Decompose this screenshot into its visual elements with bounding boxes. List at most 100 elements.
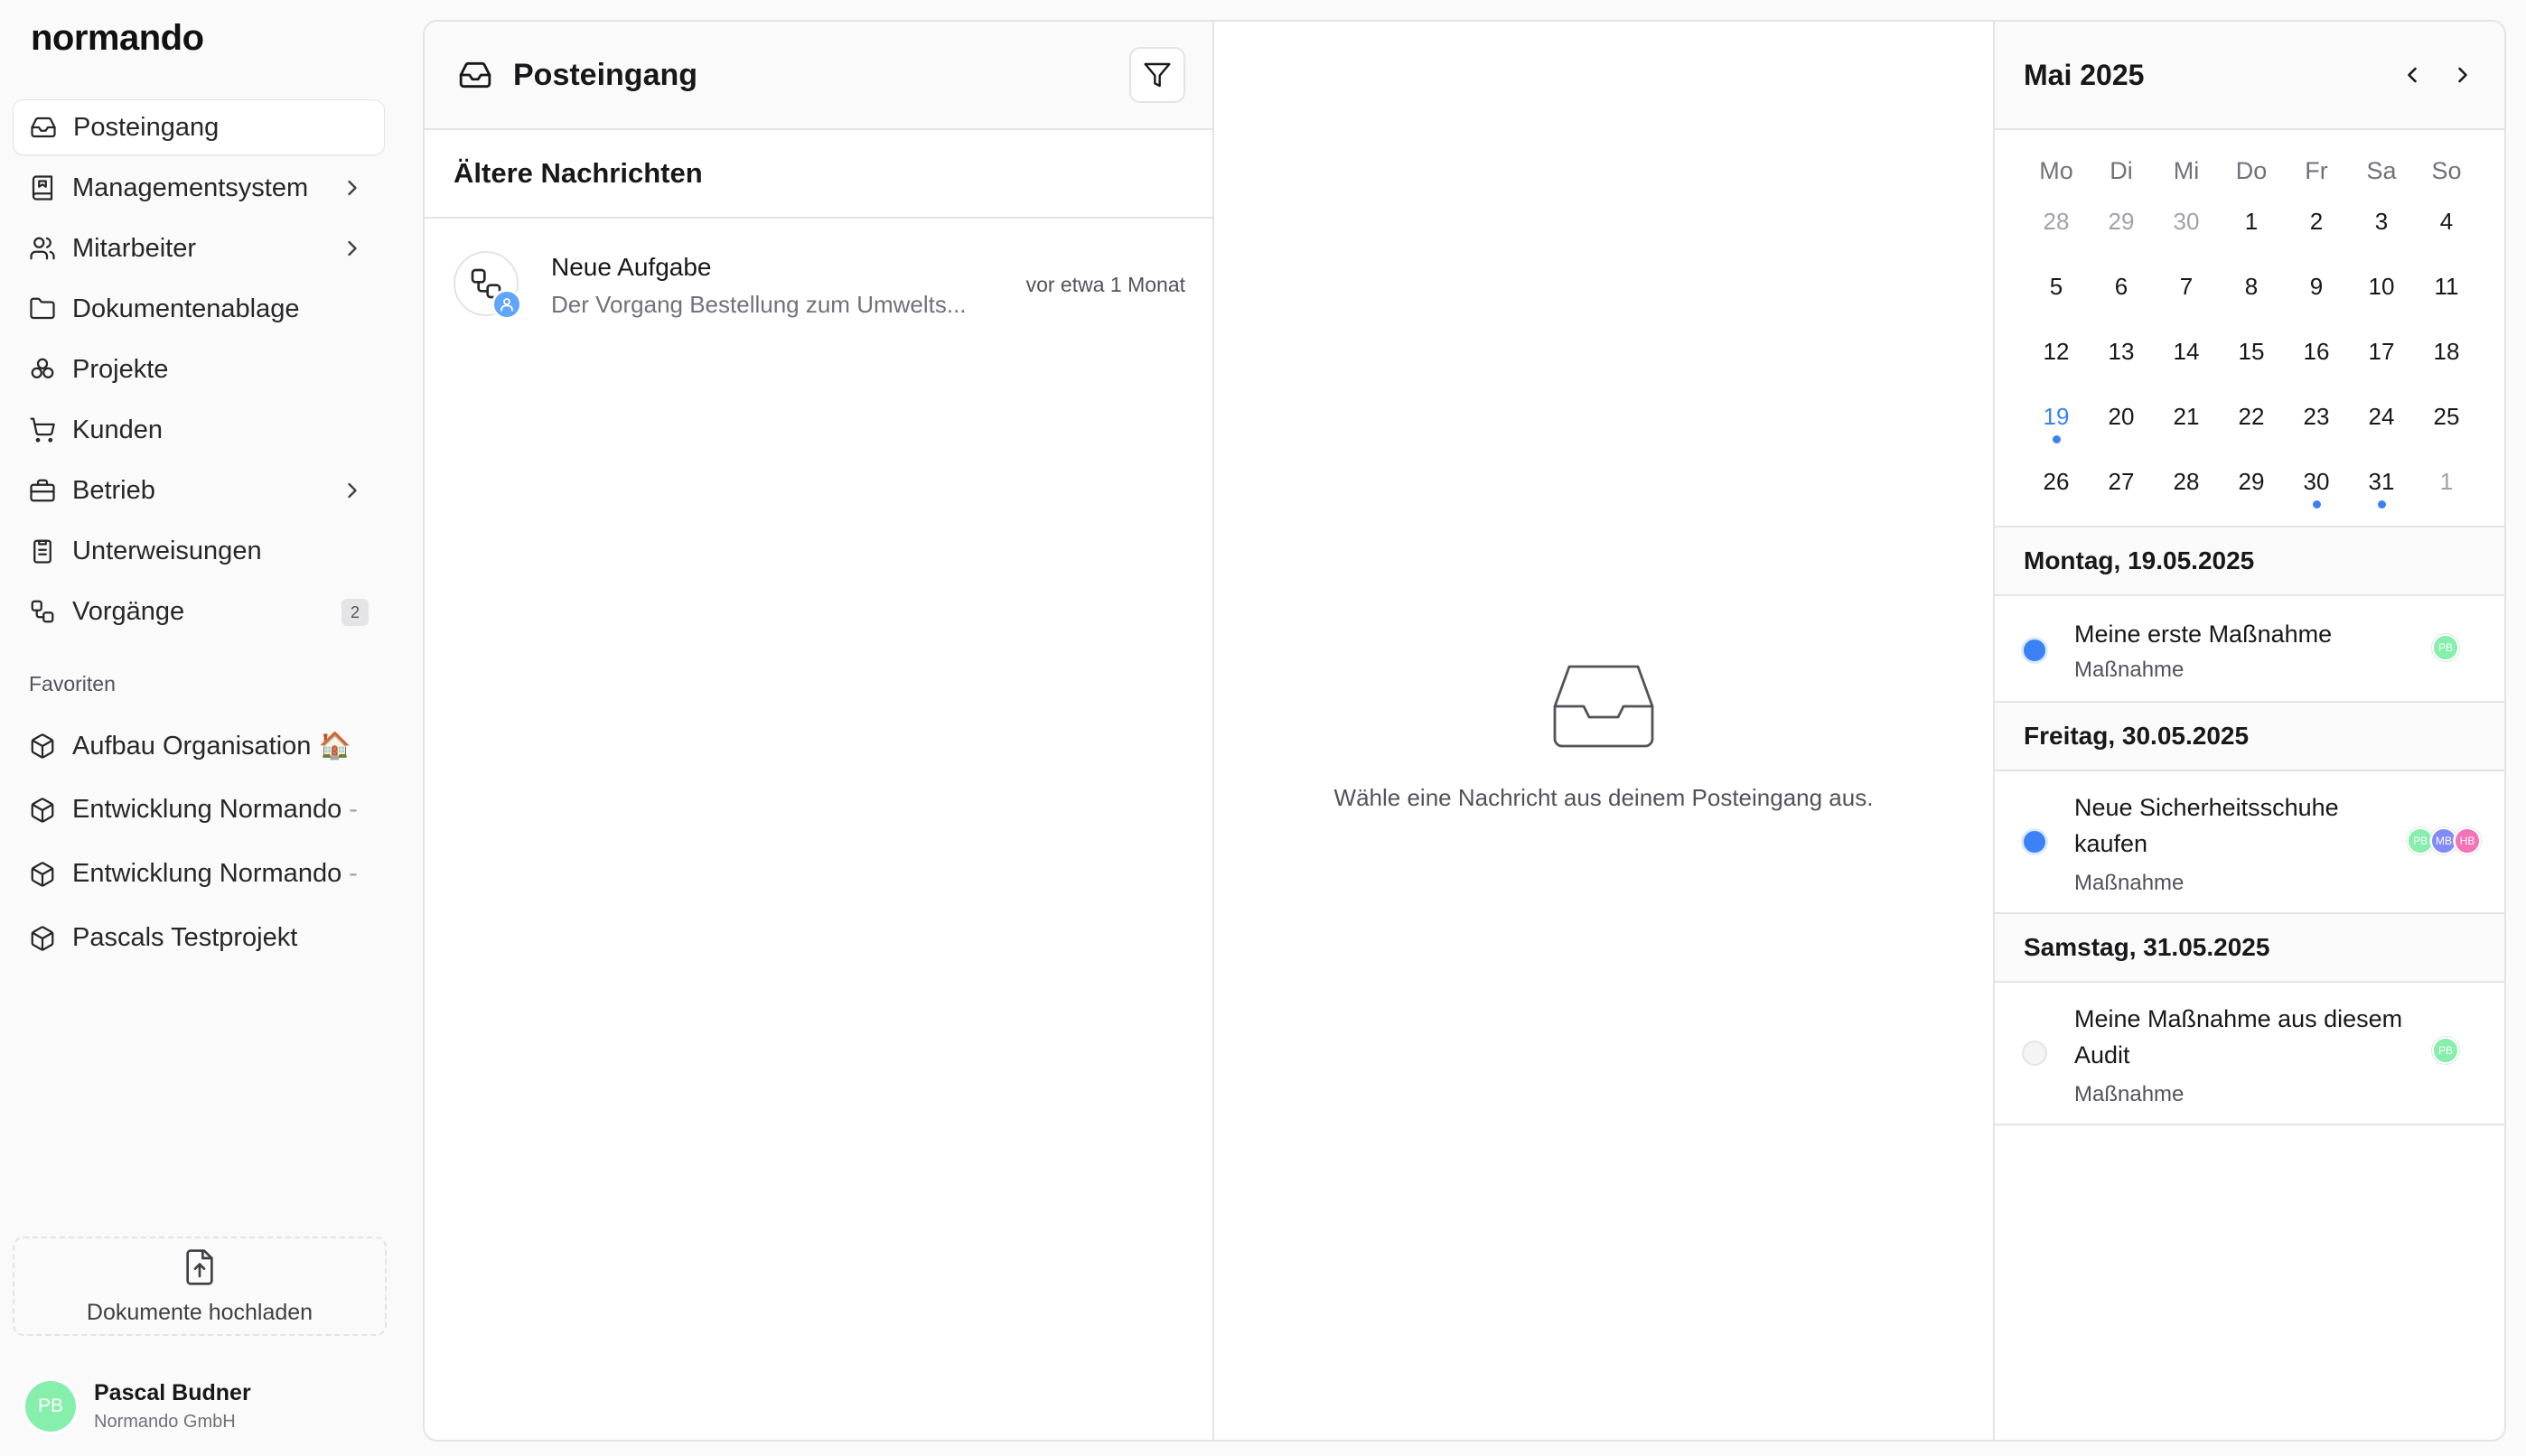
calendar-day[interactable]: 1 bbox=[2219, 208, 2284, 273]
calendar-day[interactable]: 16 bbox=[2284, 338, 2349, 403]
calendar-day[interactable]: 2 bbox=[2284, 208, 2349, 273]
event-type: Maßnahme bbox=[2074, 658, 2185, 682]
calendar-day[interactable]: 7 bbox=[2154, 273, 2219, 338]
sidebar-item-projekte[interactable]: Projekte bbox=[13, 341, 385, 397]
calendar-day[interactable]: 9 bbox=[2284, 273, 2349, 338]
calendar-day[interactable]: 8 bbox=[2219, 273, 2284, 338]
weekday-row: Mo Di Mi Do Fr Sa So bbox=[2024, 157, 2479, 208]
message-item[interactable]: Neue Aufgabe Der Vorgang Bestellung zum … bbox=[425, 219, 1212, 349]
calendar-day-number: 30 bbox=[2303, 468, 2330, 495]
calendar-day[interactable]: 20 bbox=[2089, 403, 2154, 468]
favorite-item[interactable]: Entwicklung Normando - bbox=[13, 842, 385, 906]
calendar-day[interactable]: 6 bbox=[2089, 273, 2154, 338]
calendar-day[interactable]: 15 bbox=[2219, 338, 2284, 403]
calendar-day[interactable]: 10 bbox=[2349, 273, 2414, 338]
empty-state-text: Wähle eine Nachricht aus deinem Posteing… bbox=[1333, 784, 1874, 811]
app-logo[interactable]: normando bbox=[31, 18, 204, 59]
event-indicator-dot bbox=[2053, 435, 2061, 443]
calendar-day[interactable]: 21 bbox=[2154, 403, 2219, 468]
calendar-day[interactable]: 11 bbox=[2414, 273, 2479, 338]
user-profile[interactable]: PB Pascal Budner Normando GmbH bbox=[25, 1378, 251, 1434]
empty-state: Wähle eine Nachricht aus deinem Posteing… bbox=[1214, 663, 1993, 812]
calendar-day[interactable]: 4 bbox=[2414, 208, 2479, 273]
calendar-day-number: 2 bbox=[2309, 208, 2324, 235]
sidebar-item-label: Unterweisungen bbox=[72, 536, 262, 565]
chevron-left-icon bbox=[2408, 67, 2417, 83]
main-nav: Posteingang Managementsystem Mitarbeiter bbox=[13, 99, 385, 644]
weekday-label: Fr bbox=[2305, 157, 2328, 184]
sidebar-item-label: Vorgänge bbox=[72, 596, 185, 626]
calendar-day-number: 22 bbox=[2238, 403, 2265, 430]
event-title: Meine Maßnahme aus diesem Audit bbox=[2074, 1005, 2403, 1069]
filter-button[interactable] bbox=[1129, 47, 1185, 103]
calendar-day-number: 4 bbox=[2439, 208, 2454, 235]
calendar-day-number: 15 bbox=[2238, 338, 2265, 365]
sidebar-item-label: Mitarbeiter bbox=[72, 233, 196, 263]
sidebar-item-vorgaenge[interactable]: Vorgänge 2 bbox=[13, 583, 385, 639]
calendar-day[interactable]: 23 bbox=[2284, 403, 2349, 468]
event-day-heading: Freitag, 30.05.2025 bbox=[1995, 701, 2504, 771]
sidebar-item-betrieb[interactable]: Betrieb bbox=[13, 462, 385, 518]
weekday-label: Sa bbox=[2366, 157, 2397, 184]
favorite-item[interactable]: Entwicklung Normando - bbox=[13, 778, 385, 842]
calendar-day[interactable]: 22 bbox=[2219, 403, 2284, 468]
calendar-week: 28 29 30 1 2 3 4 bbox=[2024, 208, 2479, 273]
calendar-day[interactable]: 19 bbox=[2024, 403, 2089, 468]
calendar-day[interactable]: 12 bbox=[2024, 338, 2089, 403]
book-icon bbox=[27, 173, 58, 203]
inbox-icon bbox=[28, 112, 59, 143]
calendar-day[interactable]: 24 bbox=[2349, 403, 2414, 468]
calendar-day-number: 12 bbox=[2043, 338, 2070, 365]
calendar-week: 5 6 7 8 9 10 11 bbox=[2024, 273, 2479, 338]
calendar-day[interactable]: 1 bbox=[2414, 468, 2479, 533]
calendar-day[interactable]: 26 bbox=[2024, 468, 2089, 533]
sidebar-item-unterweisungen[interactable]: Unterweisungen bbox=[13, 523, 385, 579]
chevron-right-icon bbox=[340, 236, 365, 261]
calendar-day-number: 28 bbox=[2173, 468, 2200, 495]
favorite-label: Entwicklung Normando bbox=[72, 859, 342, 888]
avatar: PB bbox=[2432, 1037, 2459, 1064]
calendar-day[interactable]: 3 bbox=[2349, 208, 2414, 273]
upload-documents-button[interactable]: Dokumente hochladen bbox=[13, 1237, 387, 1336]
sidebar-item-managementsystem[interactable]: Managementsystem bbox=[13, 160, 385, 216]
upload-label: Dokumente hochladen bbox=[86, 1299, 313, 1325]
calendar-day-number: 17 bbox=[2368, 338, 2395, 365]
calendar-day[interactable]: 28 bbox=[2154, 468, 2219, 533]
calendar-day-number: 29 bbox=[2238, 468, 2265, 495]
calendar-day[interactable]: 13 bbox=[2089, 338, 2154, 403]
weekday-label: So bbox=[2431, 157, 2462, 184]
calendar-day[interactable]: 31 bbox=[2349, 468, 2414, 533]
event-item[interactable]: Neue Sicherheitsschuhe kaufen Maßnahme P… bbox=[1995, 771, 2504, 914]
calendar-day[interactable]: 29 bbox=[2089, 208, 2154, 273]
calendar-day-number: 24 bbox=[2368, 403, 2395, 430]
calendar-day-number: 29 bbox=[2108, 208, 2135, 235]
sidebar-item-kunden[interactable]: Kunden bbox=[13, 402, 385, 458]
calendar-day[interactable]: 5 bbox=[2024, 273, 2089, 338]
briefcase-icon bbox=[27, 475, 58, 506]
calendar-day[interactable]: 28 bbox=[2024, 208, 2089, 273]
event-title: Meine erste Maßnahme bbox=[2074, 621, 2333, 648]
event-item[interactable]: Meine erste Maßnahme Maßnahme PB bbox=[1995, 596, 2504, 705]
favorites-list: Aufbau Organisation 🏠 Entwicklung Norman… bbox=[13, 714, 385, 970]
calendar-day[interactable]: 30 bbox=[2154, 208, 2219, 273]
sidebar-item-mitarbeiter[interactable]: Mitarbeiter bbox=[13, 220, 385, 276]
inbox-icon bbox=[457, 57, 493, 93]
calendar-day[interactable]: 25 bbox=[2414, 403, 2479, 468]
calendar-day[interactable]: 14 bbox=[2154, 338, 2219, 403]
calendar-day[interactable]: 17 bbox=[2349, 338, 2414, 403]
calendar-day[interactable]: 18 bbox=[2414, 338, 2479, 403]
user-org: Normando GmbH bbox=[94, 1412, 236, 1432]
weekday-label: Mi bbox=[2173, 157, 2200, 184]
sidebar-item-dokumentenablage[interactable]: Dokumentenablage bbox=[13, 281, 385, 337]
favorite-item[interactable]: Aufbau Organisation 🏠 bbox=[13, 714, 385, 778]
event-item[interactable]: Meine Maßnahme aus diesem Audit Maßnahme… bbox=[1995, 983, 2504, 1125]
calendar-day[interactable]: 30 bbox=[2284, 468, 2349, 533]
cube-icon bbox=[27, 795, 58, 826]
calendar-day[interactable]: 29 bbox=[2219, 468, 2284, 533]
next-month-button[interactable] bbox=[2443, 55, 2483, 95]
prev-month-button[interactable] bbox=[2392, 55, 2432, 95]
calendar-day[interactable]: 27 bbox=[2089, 468, 2154, 533]
favorite-item[interactable]: Pascals Testprojekt bbox=[13, 906, 385, 970]
calendar-day-number: 25 bbox=[2433, 403, 2460, 430]
sidebar-item-posteingang[interactable]: Posteingang bbox=[13, 99, 385, 155]
